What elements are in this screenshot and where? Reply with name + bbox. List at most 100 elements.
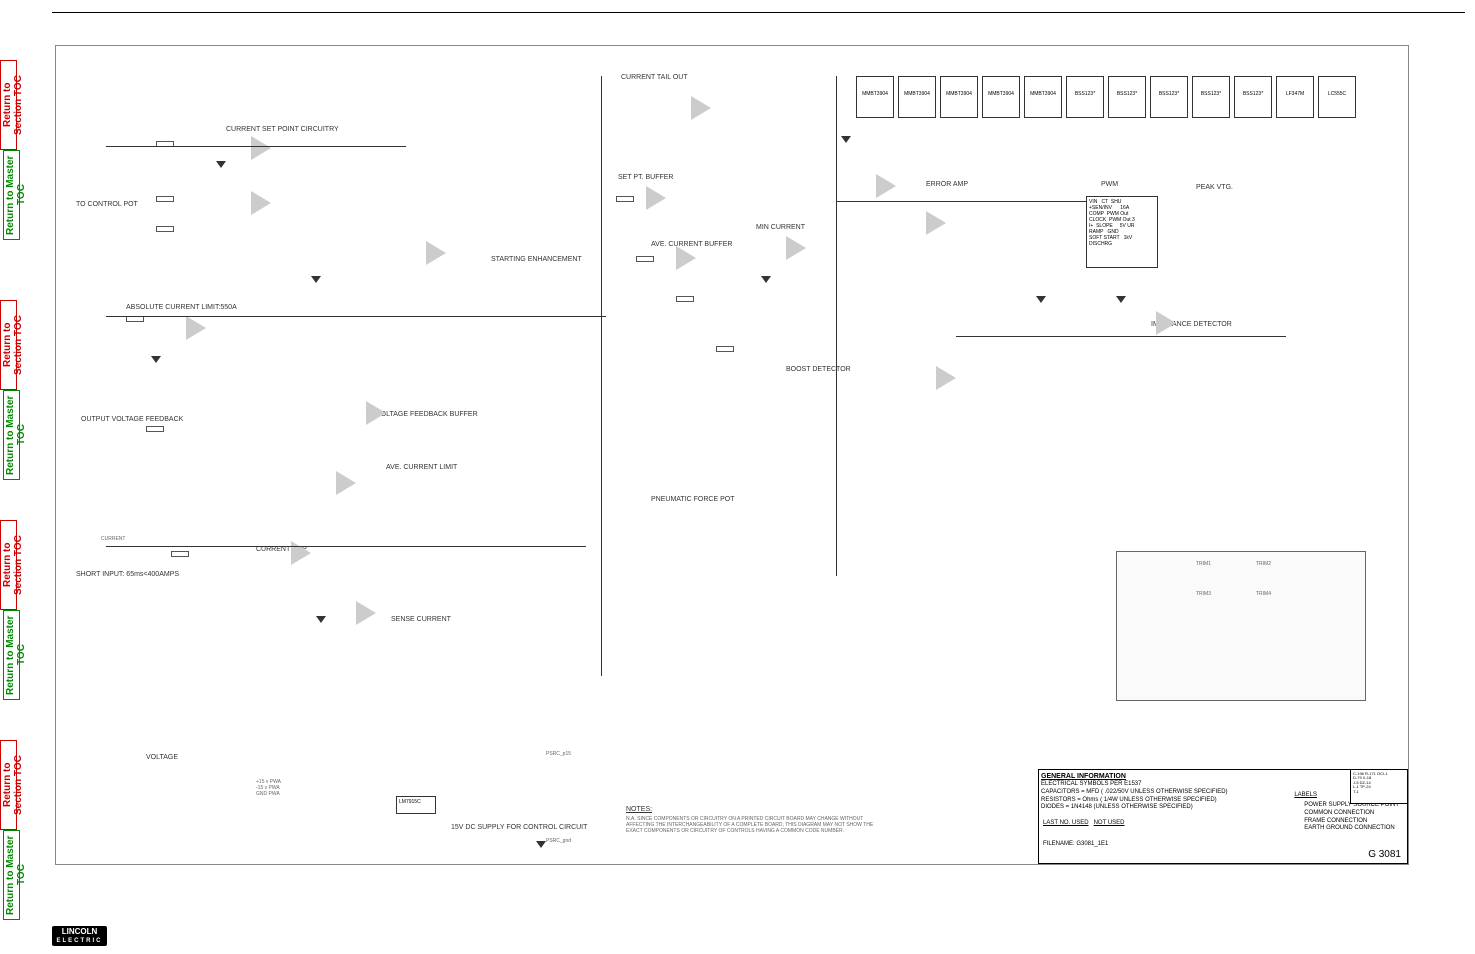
info-filename: FILENAME: G3081_1E1 xyxy=(1043,841,1108,849)
label-frame: FRAME CONNECTION xyxy=(1304,818,1399,826)
ic-box: MMBT3904 xyxy=(856,76,894,118)
ic-box: MMBT3904 xyxy=(982,76,1020,118)
trace xyxy=(106,546,586,547)
resistor-icon xyxy=(716,346,734,352)
label-current: CURRENT xyxy=(101,536,125,542)
ic-row-top: MMBT3904 MMBT3904 MMBT3904 MMBT3904 MMBT… xyxy=(856,76,1356,118)
trace xyxy=(836,76,837,576)
nav-section-link[interactable]: Return to Section TOC xyxy=(0,300,17,390)
nav-master-link[interactable]: Return to Master TOC xyxy=(3,610,20,700)
info-not-used: NOT USED xyxy=(1094,820,1125,826)
label-rogowski: SHORT INPUT: 65ms<400AMPS xyxy=(76,571,146,578)
ic-box: BSS123* xyxy=(1234,76,1272,118)
nav-master-link[interactable]: Return to Master TOC xyxy=(3,830,20,920)
label-psrc-gnd: PSRC_gnd xyxy=(546,838,571,844)
ic-label: MMBT3904 xyxy=(988,91,1014,97)
label-trim1: TRIM1 xyxy=(1196,561,1211,567)
nav-master-link[interactable]: Return to Master TOC xyxy=(3,390,20,480)
resistor-icon xyxy=(676,296,694,302)
opamp-icon xyxy=(291,541,311,565)
trace xyxy=(956,336,1286,337)
info-last-used: LAST NO. USED xyxy=(1043,820,1089,826)
sidebar-nav: Return to Section TOC Return to Master T… xyxy=(0,0,40,954)
gnd-icon xyxy=(761,276,771,283)
ic-box: MMBT3904 xyxy=(1024,76,1062,118)
opamp-icon xyxy=(186,316,206,340)
ic-label: MMBT3904 xyxy=(1030,91,1056,97)
nav-master-link[interactable]: Return to Master TOC xyxy=(3,150,20,240)
ic-box: MMBT3904 xyxy=(940,76,978,118)
gnd-icon xyxy=(1036,296,1046,303)
opamp-icon xyxy=(251,191,271,215)
gnd-icon xyxy=(316,616,326,623)
resistor-icon xyxy=(146,426,164,432)
ic-label: BSS123* xyxy=(1159,91,1179,97)
ic-box: BSS123* xyxy=(1108,76,1146,118)
ic-label: LC555C xyxy=(1328,91,1346,97)
opamp-icon xyxy=(676,246,696,270)
opamp-icon xyxy=(926,211,946,235)
gnd-icon xyxy=(216,161,226,168)
opamp-icon xyxy=(251,136,271,160)
drawing-number: G 3081 xyxy=(1368,848,1401,861)
label-ave-limit: AVE. CURRENT LIMIT xyxy=(386,464,457,471)
label-starting-enh: STARTING ENHANCEMENT xyxy=(491,256,541,263)
ic-box: LF347M xyxy=(1276,76,1314,118)
trace xyxy=(106,146,406,147)
ic-label: LF347M xyxy=(1286,91,1304,97)
gnd-icon xyxy=(311,276,321,283)
nav-section-link[interactable]: Return to Section TOC xyxy=(0,520,17,610)
notes-title: NOTES: xyxy=(626,806,652,813)
label-trim3: TRIM3 xyxy=(1196,591,1211,597)
pwm-chip: VIN CT SHU +SEN/INV 16A COMP PWM Out CLO… xyxy=(1086,196,1158,268)
label-ics-ps: +15 v PWA -15 v PWA GND PWA xyxy=(256,779,281,797)
ic-label: BSS123* xyxy=(1117,91,1137,97)
opamp-icon xyxy=(356,601,376,625)
label-earth: EARTH GROUND CONNECTION xyxy=(1304,825,1399,833)
gnd-icon xyxy=(151,356,161,363)
opamp-icon xyxy=(1156,311,1176,335)
ic-label: MMBT3904 xyxy=(862,91,888,97)
nav-section-link[interactable]: Return to Section TOC xyxy=(0,740,17,830)
trim-block xyxy=(1116,551,1366,701)
label-vfb-buffer: VOLTAGE FEEDBACK BUFFER xyxy=(376,411,478,418)
ic-label: BSS123* xyxy=(1075,91,1095,97)
opamp-icon xyxy=(876,174,896,198)
resistor-icon xyxy=(156,196,174,202)
opamp-icon xyxy=(646,186,666,210)
regulator-chip: LM7915C xyxy=(396,796,436,814)
label-tail-out: CURRENT TAIL OUT xyxy=(621,74,688,81)
label-setpt-buffer: SET PT. BUFFER xyxy=(618,174,674,181)
label-pwm: PWM xyxy=(1101,181,1118,188)
label-error-amp: ERROR AMP xyxy=(926,181,968,188)
label-absolute-current: ABSOLUTE CURRENT LIMIT:550A xyxy=(126,304,196,311)
label-control-pot: TO CONTROL POT xyxy=(76,201,138,208)
trace xyxy=(836,201,1086,202)
label-output-vfb: OUTPUT VOLTAGE FEEDBACK xyxy=(81,416,136,423)
opamp-icon xyxy=(936,366,956,390)
gnd-icon xyxy=(841,136,851,143)
label-15v-supply: 15V DC SUPPLY FOR CONTROL CIRCUIT xyxy=(451,824,521,831)
label-voltage: VOLTAGE xyxy=(146,754,178,761)
logo-name: LINCOLN xyxy=(52,926,107,938)
ic-box: BSS123* xyxy=(1192,76,1230,118)
label-trim4: TRIM4 xyxy=(1256,591,1271,597)
label-common: COMMON CONNECTION xyxy=(1304,810,1399,818)
opamp-icon xyxy=(786,236,806,260)
schematic-drawing: MMBT3904 MMBT3904 MMBT3904 MMBT3904 MMBT… xyxy=(55,45,1409,865)
ic-label: BSS123* xyxy=(1243,91,1263,97)
label-boost-det: BOOST DETECTOR xyxy=(786,366,851,373)
notes-body: N.A. SINCE COMPONENTS OR CIRCUITRY ON A … xyxy=(626,816,886,834)
label-trim2: TRIM2 xyxy=(1256,561,1271,567)
nav-section-link[interactable]: Return to Section TOC xyxy=(0,60,17,150)
page-rule xyxy=(52,12,1465,13)
trace xyxy=(106,316,606,317)
brand-logo: LINCOLN ELECTRIC xyxy=(52,926,107,946)
label-current-setpoint: CURRENT SET POINT CIRCUITRY xyxy=(226,126,339,133)
logo-sub: ELECTRIC xyxy=(52,938,107,945)
label-min-current: MIN CURRENT xyxy=(756,224,805,231)
resistor-icon xyxy=(636,256,654,262)
label-sense-current: SENSE CURRENT xyxy=(391,616,451,623)
gnd-icon xyxy=(536,841,546,848)
gnd-icon xyxy=(1116,296,1126,303)
